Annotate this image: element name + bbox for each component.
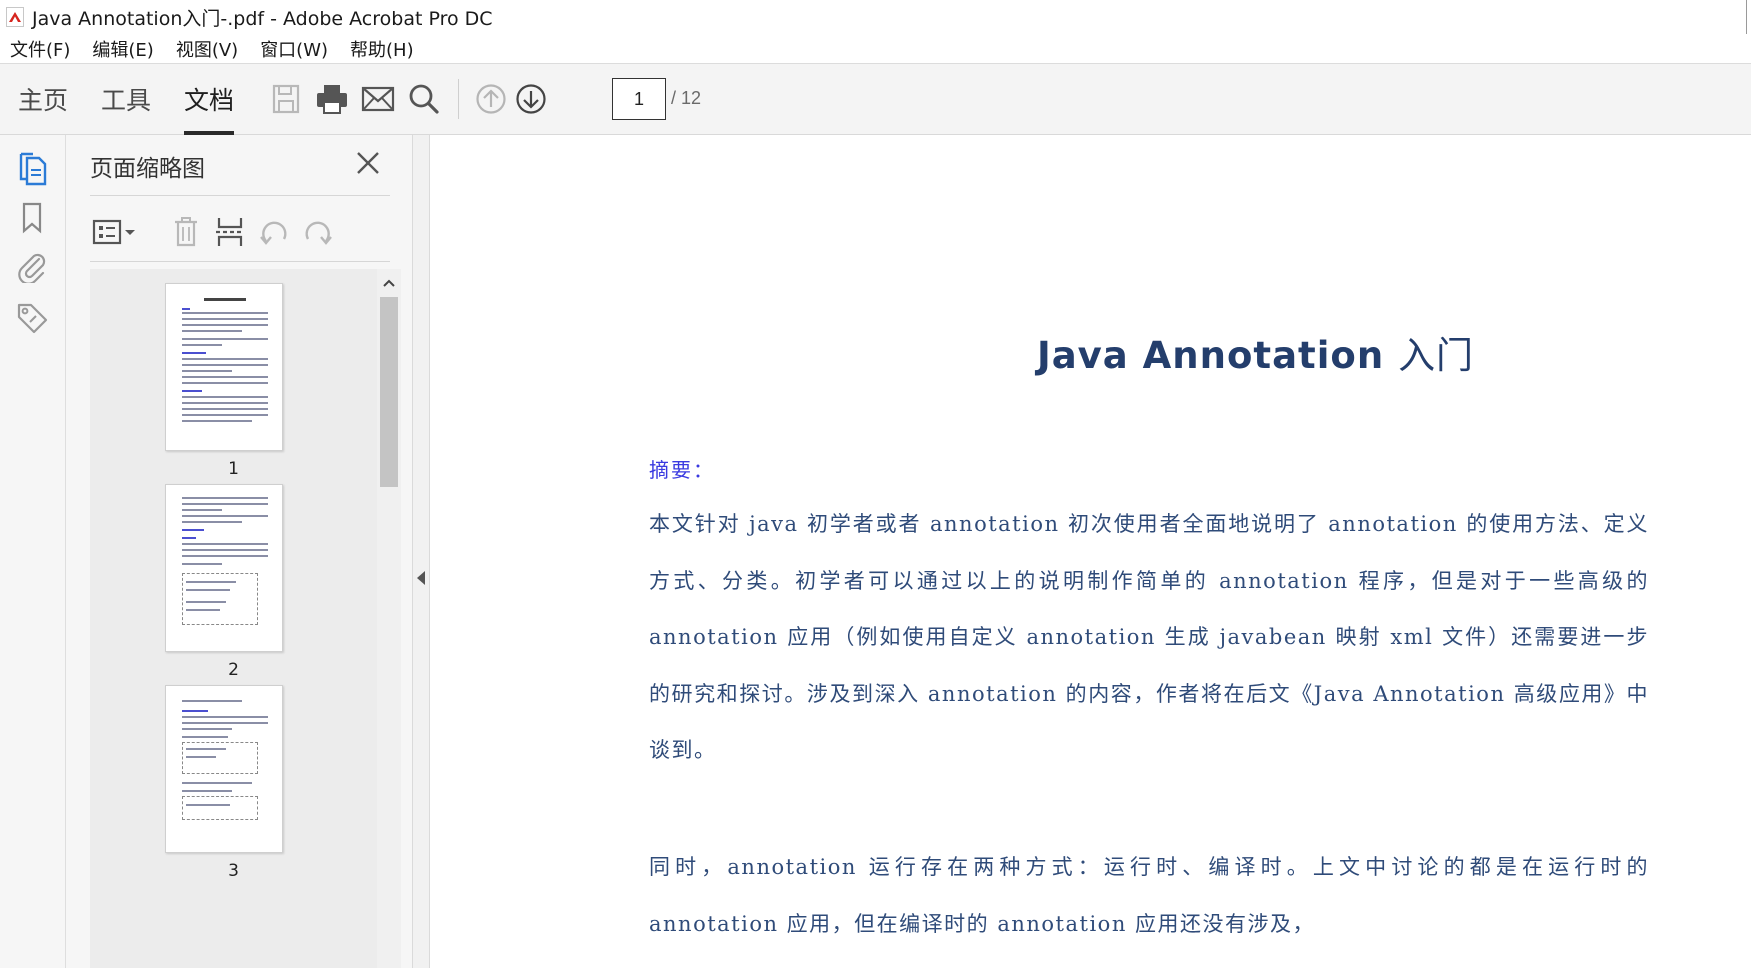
panel-divider xyxy=(90,195,390,196)
page-number-input[interactable]: 1 xyxy=(612,78,666,120)
insert-pages-icon[interactable] xyxy=(208,207,252,257)
navigation-rail xyxy=(0,135,66,968)
thumbnail-tools xyxy=(90,207,390,257)
tag-icon[interactable] xyxy=(12,298,52,338)
document-view[interactable]: Java Annotation 入门 摘要： 本文针对 java 初学者或者 a… xyxy=(430,135,1751,968)
window-title: Java Annotation入门-.pdf - Adobe Acrobat P… xyxy=(32,7,493,30)
menu-edit[interactable]: 编辑(E) xyxy=(92,36,153,62)
panel-title: 页面缩略图 xyxy=(90,156,205,182)
search-icon[interactable] xyxy=(404,79,444,119)
page-total: / 12 xyxy=(671,88,702,108)
paragraph: 本文针对 java 初学者或者 annotation 初次使用者全面地说明了 a… xyxy=(649,512,1649,762)
menu-bar: 文件(F) 编辑(E) 视图(V) 窗口(W) 帮助(H) xyxy=(0,34,1751,64)
tab-home[interactable]: 主页 xyxy=(18,64,68,135)
menu-help[interactable]: 帮助(H) xyxy=(350,36,414,62)
scrollbar-thumb[interactable] xyxy=(380,297,398,487)
attachment-icon[interactable] xyxy=(12,247,52,287)
abstract-label: 摘要： xyxy=(649,458,715,482)
scroll-up-icon[interactable] xyxy=(377,273,401,293)
title-bar: Java Annotation入门-.pdf - Adobe Acrobat P… xyxy=(0,0,1751,34)
toolbar-separator xyxy=(458,79,460,119)
thumbnail-page-number: 2 xyxy=(228,660,239,680)
rotate-left-icon[interactable] xyxy=(252,207,296,257)
main-toolbar: 主页 工具 文档 1 / 12 xyxy=(0,64,1751,135)
tab-tools[interactable]: 工具 xyxy=(101,64,151,135)
page-down-icon[interactable] xyxy=(511,79,551,119)
page-thumbnail[interactable] xyxy=(165,685,283,853)
menu-window[interactable]: 窗口(W) xyxy=(260,36,328,62)
save-icon[interactable] xyxy=(266,79,306,119)
panel-splitter[interactable] xyxy=(412,135,430,968)
document-title: Java Annotation 入门 xyxy=(1036,334,1475,377)
rotate-right-icon[interactable] xyxy=(296,207,340,257)
menu-file[interactable]: 文件(F) xyxy=(10,36,70,62)
page-up-icon[interactable] xyxy=(471,79,511,119)
email-icon[interactable] xyxy=(358,79,398,119)
thumbnail-list: 1 2 3 xyxy=(90,269,377,968)
options-icon[interactable] xyxy=(90,207,140,257)
menu-view[interactable]: 视图(V) xyxy=(176,36,238,62)
thumbnail-scrollbar[interactable] xyxy=(377,269,401,968)
page-thumbnail[interactable] xyxy=(165,484,283,652)
thumbnail-page-number: 3 xyxy=(228,861,239,881)
collapse-panel-icon[interactable] xyxy=(417,571,425,585)
page-thumbnails-panel: 页面缩略图 1 2 3 xyxy=(66,135,412,968)
paragraph: 同时，annotation 运行存在两种方式：运行时、编译时。上文中讨论的都是在… xyxy=(649,855,1649,936)
pdf-file-icon xyxy=(6,7,24,27)
bookmark-icon[interactable] xyxy=(12,198,52,238)
delete-icon[interactable] xyxy=(164,207,208,257)
thumbnail-page-number: 1 xyxy=(228,459,239,479)
page-thumbnail[interactable] xyxy=(165,283,283,451)
window-edge xyxy=(1731,0,1751,34)
print-icon[interactable] xyxy=(312,79,352,119)
tab-document[interactable]: 文档 xyxy=(184,64,235,135)
page-thumbnails-icon[interactable] xyxy=(12,149,52,189)
panel-divider xyxy=(90,261,390,262)
close-icon[interactable] xyxy=(350,145,386,181)
